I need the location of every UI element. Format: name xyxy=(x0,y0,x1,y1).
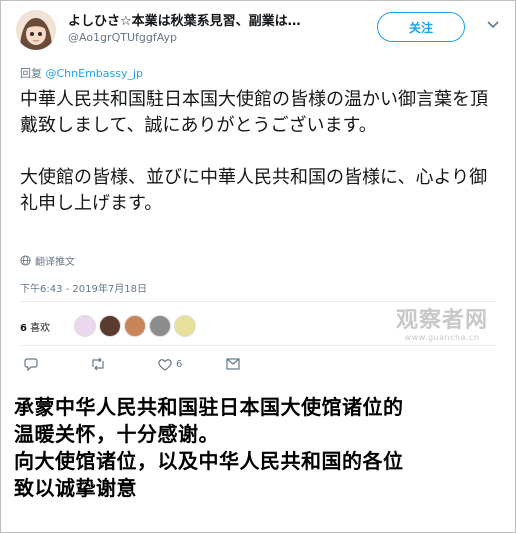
tweet-timestamp[interactable]: 下午6:43 - 2019年7月18日 xyxy=(20,280,147,295)
user-handle[interactable]: @Ao1grQTUfggfAyp xyxy=(68,31,177,44)
divider xyxy=(20,345,496,346)
reply-prefix: 回复 xyxy=(20,67,42,80)
watermark: 观察者网 www.guancha.cn xyxy=(396,309,488,343)
reply-button[interactable] xyxy=(24,355,38,373)
tweet-paragraph: 中華人民共和国駐日本国大使館の皆様の温かい御言葉を頂戴致しまして、誠にありがとう… xyxy=(20,89,488,136)
liker-avatar[interactable] xyxy=(74,315,96,337)
tweet-paragraph: 大使館の皆様、並びに中華人民共和国の皆様に、心より御礼申し上げます。 xyxy=(20,167,488,214)
caption-line: 向大使馆诸位，以及中华人民共和国的各位 xyxy=(14,449,404,473)
reply-to-line: 回复 @ChnEmbassy_jp xyxy=(20,65,143,81)
caption-line: 温暖关怀，十分感谢。 xyxy=(14,422,219,446)
reply-mention-link[interactable]: @ChnEmbassy_jp xyxy=(46,67,144,80)
heart-icon xyxy=(158,358,172,371)
avatar[interactable] xyxy=(16,10,56,50)
reply-icon xyxy=(24,358,38,371)
direct-message-button[interactable] xyxy=(226,355,240,373)
likes-summary[interactable]: 6 喜欢 xyxy=(20,319,50,334)
liker-avatar[interactable] xyxy=(99,315,121,337)
translate-label: 翻译推文 xyxy=(35,257,75,268)
divider xyxy=(20,301,496,302)
like-button[interactable]: 6 xyxy=(158,355,182,373)
tweet-text: 中華人民共和国駐日本国大使館の皆様の温かい御言葉を頂戴致しまして、誠にありがとう… xyxy=(20,87,500,217)
globe-icon xyxy=(20,255,31,266)
likes-label: 喜欢 xyxy=(30,323,51,334)
watermark-url: www.guancha.cn xyxy=(404,333,480,342)
translate-tweet-link[interactable]: 翻译推文 xyxy=(20,253,75,268)
watermark-name: 观察者网 xyxy=(396,308,489,333)
caption-line: 致以诚挚谢意 xyxy=(14,476,137,500)
follow-button[interactable]: 关注 xyxy=(377,12,465,42)
retweet-icon xyxy=(92,357,104,371)
retweet-button[interactable] xyxy=(90,355,106,373)
liker-avatar[interactable] xyxy=(149,315,171,337)
mail-icon xyxy=(226,358,240,370)
likes-count: 6 xyxy=(20,323,27,334)
caption-line: 承蒙中华人民共和国驻日本国大使馆诸位的 xyxy=(14,395,404,419)
like-count: 6 xyxy=(176,358,183,370)
display-name[interactable]: よしひさ☆本業は秋葉系見習、副業は… xyxy=(68,10,301,29)
translation-caption: 承蒙中华人民共和国驻日本国大使馆诸位的 温暖关怀，十分感谢。 向大使馆诸位，以及… xyxy=(14,394,506,502)
liker-avatar[interactable] xyxy=(124,315,146,337)
liker-avatar[interactable] xyxy=(174,315,196,337)
chevron-down-icon[interactable] xyxy=(487,20,499,30)
